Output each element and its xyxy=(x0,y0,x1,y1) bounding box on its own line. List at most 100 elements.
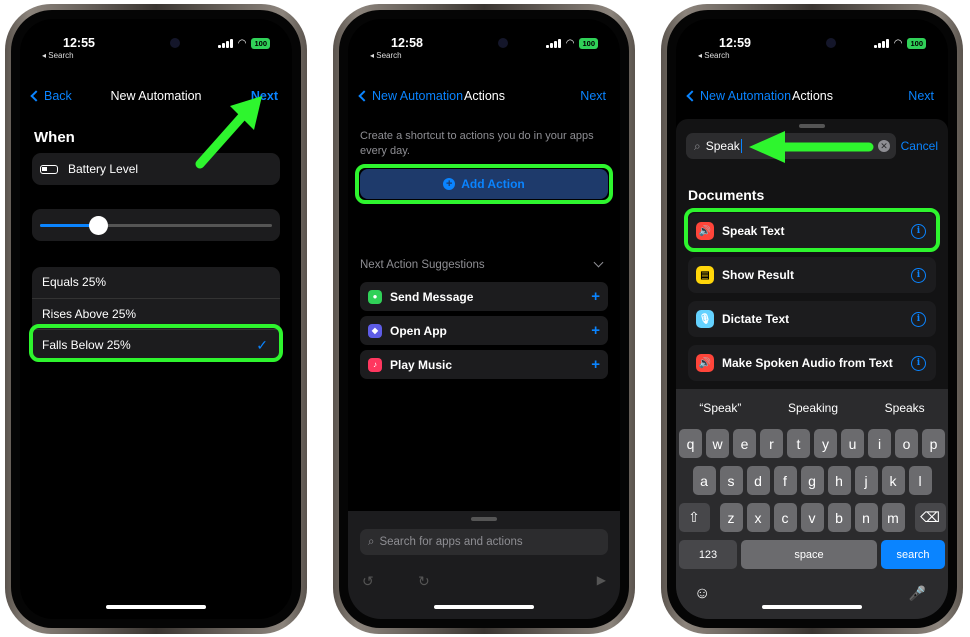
status-back-to-search[interactable]: ◂ Search xyxy=(370,51,402,60)
suggestion-send-message[interactable]: ● Send Message + xyxy=(360,282,608,311)
backspace-icon[interactable]: ⌫ xyxy=(914,503,946,532)
action-show-result[interactable]: ▤ Show Result i xyxy=(688,257,936,293)
info-icon[interactable]: i xyxy=(911,355,926,371)
screen-new-automation: 12:55 ◂ Search ◠ 100 New Automation Back… xyxy=(20,19,292,619)
key-t[interactable]: t xyxy=(787,429,810,458)
action-label: Dictate Text xyxy=(722,312,790,326)
status-icons: ◠ 100 xyxy=(546,38,598,49)
next-button[interactable]: Next xyxy=(908,89,934,103)
dynamic-island xyxy=(440,30,528,56)
prediction-1[interactable]: “Speak” xyxy=(699,401,741,415)
key-y[interactable]: y xyxy=(814,429,837,458)
sheet-grabber[interactable] xyxy=(471,517,497,521)
suggestions-header[interactable]: Next Action Suggestions xyxy=(360,257,608,271)
keyboard-row-4: 123 space search xyxy=(676,540,948,569)
suggestion-play-music[interactable]: ♪ Play Music + xyxy=(360,350,608,379)
option-equals[interactable]: Equals 25% xyxy=(32,267,280,298)
key-f[interactable]: f xyxy=(773,466,797,495)
key-k[interactable]: k xyxy=(881,466,905,495)
phone-search-actions: 12:59 ◂ Search ◠ 100 New Automation Acti… xyxy=(661,4,963,634)
action-label: Show Result xyxy=(722,268,795,282)
key-n[interactable]: n xyxy=(854,503,878,532)
key-q[interactable]: q xyxy=(679,429,702,458)
dynamic-island xyxy=(112,30,200,56)
actions-description: Create a shortcut to actions you do in y… xyxy=(360,130,594,157)
space-key[interactable]: space xyxy=(741,540,877,569)
info-icon[interactable]: i xyxy=(911,311,926,327)
next-button[interactable]: Next xyxy=(251,89,278,103)
slider-thumb[interactable] xyxy=(89,216,108,235)
search-key[interactable]: search xyxy=(881,540,945,569)
key-e[interactable]: e xyxy=(733,429,756,458)
action-label: Make Spoken Audio from Text xyxy=(722,356,893,370)
key-i[interactable]: i xyxy=(868,429,891,458)
action-dictate-text[interactable]: 🎙 Dictate Text i xyxy=(688,301,936,337)
key-p[interactable]: p xyxy=(922,429,945,458)
key-b[interactable]: b xyxy=(827,503,851,532)
suggestion-label: Send Message xyxy=(390,289,474,304)
chevron-down-icon xyxy=(593,257,604,268)
sheet-grabber[interactable] xyxy=(799,124,825,128)
clear-icon[interactable]: ✕ xyxy=(878,140,890,152)
slider-track[interactable] xyxy=(40,216,272,235)
status-back-to-search[interactable]: ◂ Search xyxy=(42,51,74,60)
key-a[interactable]: a xyxy=(692,466,716,495)
dynamic-island xyxy=(768,30,856,56)
suggestions-header-label: Next Action Suggestions xyxy=(360,259,485,271)
plus-icon[interactable]: + xyxy=(591,322,600,339)
battery-icon xyxy=(40,164,58,174)
undo-icon[interactable]: ↺ xyxy=(362,573,374,590)
key-w[interactable]: w xyxy=(706,429,729,458)
suggestion-open-app[interactable]: ◆ Open App + xyxy=(360,316,608,345)
key-l[interactable]: l xyxy=(908,466,932,495)
nav-bar: New Automation Actions Next xyxy=(676,89,948,109)
signal-icon xyxy=(546,39,561,48)
key-z[interactable]: z xyxy=(719,503,743,532)
back-button[interactable]: New Automation xyxy=(358,89,463,103)
status-icons: ◠ 100 xyxy=(218,38,270,49)
shift-icon[interactable]: ⇧ xyxy=(678,503,710,532)
plus-icon[interactable]: + xyxy=(591,288,600,305)
key-h[interactable]: h xyxy=(827,466,851,495)
key-v[interactable]: v xyxy=(800,503,824,532)
prediction-3[interactable]: Speaks xyxy=(885,401,925,415)
messages-icon: ● xyxy=(368,289,382,304)
cancel-button[interactable]: Cancel xyxy=(901,139,938,153)
redo-icon[interactable]: ↻ xyxy=(418,573,430,590)
nav-bar: New Automation Back Next xyxy=(20,89,292,109)
key-d[interactable]: d xyxy=(746,466,770,495)
key-g[interactable]: g xyxy=(800,466,824,495)
prediction-2[interactable]: Speaking xyxy=(788,401,838,415)
plus-icon[interactable]: + xyxy=(591,356,600,373)
action-make-spoken-audio[interactable]: 🔊 Make Spoken Audio from Text i xyxy=(688,345,936,381)
key-j[interactable]: j xyxy=(854,466,878,495)
key-r[interactable]: r xyxy=(760,429,783,458)
search-actions-field[interactable]: ⌕ Search for apps and actions xyxy=(360,529,608,555)
nav-title: Actions xyxy=(792,89,833,103)
back-button[interactable]: Back xyxy=(30,89,72,103)
keyboard-row-3: ⇧ z x c v b n m ⌫ xyxy=(676,503,948,532)
key-c[interactable]: c xyxy=(773,503,797,532)
numbers-key[interactable]: 123 xyxy=(679,540,737,569)
keyboard: “Speak” Speaking Speaks q w e r t y u i … xyxy=(676,389,948,619)
info-icon[interactable]: i xyxy=(911,267,926,283)
back-button[interactable]: New Automation xyxy=(686,89,791,103)
next-button[interactable]: Next xyxy=(580,89,606,103)
microphone-key-icon[interactable]: 🎤 xyxy=(909,585,926,602)
play-icon[interactable]: ▶ xyxy=(597,573,606,587)
key-x[interactable]: x xyxy=(746,503,770,532)
chevron-left-icon xyxy=(358,90,370,102)
bottom-sheet: ⌕ Search for apps and actions ↺ ↻ ▶ xyxy=(348,511,620,619)
search-field[interactable]: ⌕ Speak ✕ xyxy=(686,133,896,159)
highlight-falls-below xyxy=(29,324,283,362)
battery-level-trigger[interactable]: Battery Level xyxy=(32,153,280,185)
highlight-speak-text xyxy=(684,208,940,252)
phone-actions: 12:58 ◂ Search ◠ 100 New Automation Acti… xyxy=(333,4,635,634)
nav-bar: New Automation Actions Next xyxy=(348,89,620,109)
emoji-icon[interactable]: ☺ xyxy=(694,585,710,603)
key-s[interactable]: s xyxy=(719,466,743,495)
key-u[interactable]: u xyxy=(841,429,864,458)
key-o[interactable]: o xyxy=(895,429,918,458)
status-back-to-search[interactable]: ◂ Search xyxy=(698,51,730,60)
key-m[interactable]: m xyxy=(881,503,905,532)
